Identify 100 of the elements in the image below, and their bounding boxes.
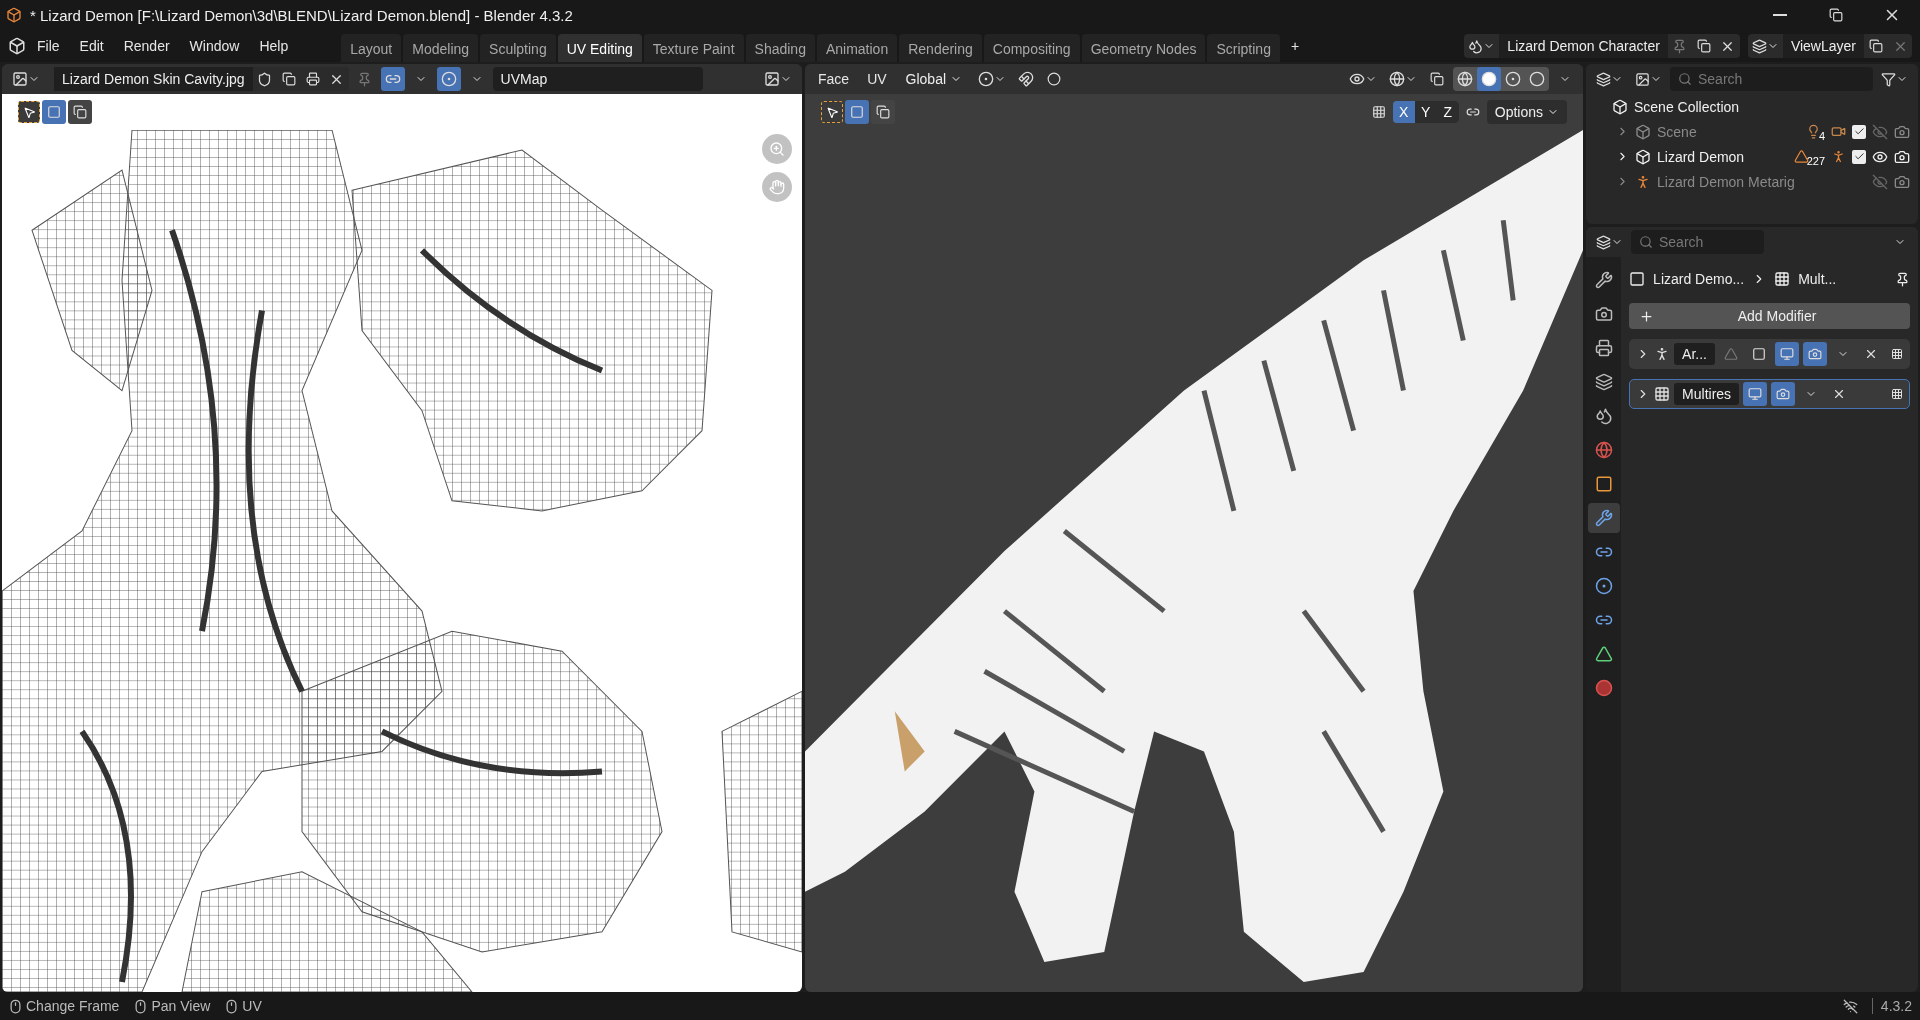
- mesh-icon: [1793, 149, 1809, 164]
- menu-item[interactable]: Render: [114, 34, 179, 58]
- drag-handle-icon[interactable]: [1891, 388, 1903, 400]
- status-hint: Pan View: [151, 998, 211, 1014]
- render-toggle[interactable]: [1771, 382, 1796, 406]
- copy-icon: [281, 72, 296, 86]
- search-field[interactable]: Search: [1670, 67, 1873, 91]
- view-layer-field[interactable]: ViewLayer: [1782, 34, 1864, 58]
- viewport-toggle[interactable]: [1775, 342, 1799, 366]
- outliner-item[interactable]: Lizard Demon Metarig: [1657, 173, 1795, 190]
- menu-item[interactable]: UV: [860, 71, 894, 87]
- check-icon: [1853, 126, 1865, 137]
- triangle-icon: [1724, 347, 1738, 361]
- select-mode-button[interactable]: [845, 100, 869, 124]
- modifier-panel[interactable]: Ar...: [1629, 339, 1910, 369]
- outliner-item[interactable]: Scene Collection: [1634, 98, 1740, 115]
- collection-icon: [1612, 98, 1628, 115]
- workspace-tab[interactable]: Texture Paint: [643, 34, 744, 62]
- breadcrumb-item: Lizard Demo...: [1653, 271, 1745, 287]
- restore-icon: [1829, 8, 1843, 22]
- menu-item[interactable]: Face: [811, 71, 857, 87]
- workspace-tab[interactable]: Shading: [745, 34, 815, 62]
- uv-sync-button[interactable]: [380, 67, 405, 91]
- magnet-icon: [1018, 71, 1035, 87]
- circle-icon: [1047, 72, 1062, 86]
- workspace-tab[interactable]: Animation: [816, 34, 898, 62]
- modifier-name[interactable]: Multires: [1674, 383, 1740, 405]
- render-toggle[interactable]: [1803, 342, 1827, 366]
- properties-tab[interactable]: [1587, 503, 1620, 533]
- workspace-tab[interactable]: Sculpting: [480, 34, 556, 62]
- window-title: * Lizard Demon [F:\Lizard Demon\3d\BLEND\Lizard Demon.blend] - Blender 4.3.2: [30, 6, 574, 24]
- square-icon: [1594, 475, 1613, 493]
- close-icon: [1864, 347, 1878, 361]
- camera-icon[interactable]: [1894, 148, 1910, 165]
- modifier-name[interactable]: Ar...: [1674, 343, 1715, 365]
- select-tool-button[interactable]: [821, 101, 843, 123]
- axis-toggle[interactable]: X: [1392, 101, 1415, 123]
- eye-closed-icon[interactable]: [1872, 123, 1888, 140]
- app-logo-icon: [6, 7, 22, 23]
- network-off-icon: [1842, 998, 1858, 1014]
- eye-closed-icon[interactable]: [1872, 173, 1888, 190]
- modifier-panel[interactable]: Multires: [1629, 379, 1910, 409]
- xray-icon: [1430, 72, 1444, 86]
- menu-item[interactable]: Help: [250, 34, 298, 58]
- armature-icon: [1635, 173, 1651, 190]
- cursor-icon: [22, 105, 36, 119]
- checkbox[interactable]: [1852, 149, 1866, 164]
- hand-icon: [769, 179, 785, 195]
- monitor-icon: [1748, 387, 1763, 401]
- breadcrumb-item: Mult...: [1798, 271, 1837, 287]
- image-name-field[interactable]: Lizard Demon Skin Cavity.jpg: [54, 67, 253, 91]
- workspace-tab[interactable]: Layout: [341, 34, 402, 62]
- menu-item[interactable]: Window: [180, 34, 249, 58]
- pin-icon[interactable]: [1895, 271, 1910, 287]
- tool-icon: [1594, 271, 1613, 289]
- uv-map-field[interactable]: UVMap: [492, 67, 703, 91]
- app-logo-icon: [8, 37, 26, 55]
- workspace-tab[interactable]: Modeling: [403, 34, 479, 62]
- count-label: 4: [1818, 129, 1825, 142]
- axis-toggle[interactable]: Z: [1436, 101, 1459, 123]
- outliner-item[interactable]: Lizard Demon: [1657, 148, 1745, 165]
- workspace-tab[interactable]: Rendering: [899, 34, 982, 62]
- menu-item[interactable]: Edit: [70, 34, 113, 58]
- workspace-tab[interactable]: Scripting: [1207, 34, 1280, 62]
- workspace-tab[interactable]: UV Editing: [557, 34, 642, 62]
- pin-icon: [357, 71, 373, 87]
- camera-icon: [1831, 124, 1846, 139]
- camera-icon: [1776, 387, 1791, 401]
- camera-icon: [1808, 347, 1822, 361]
- grid-icon: [1774, 271, 1791, 287]
- viewport-toggle[interactable]: [1743, 382, 1768, 406]
- orientation-dropdown[interactable]: Global: [897, 67, 971, 91]
- image-icon: [764, 71, 780, 87]
- search-field[interactable]: Search: [1631, 230, 1764, 254]
- shading-mode-button[interactable]: [1477, 67, 1501, 91]
- pivot-icon: [978, 71, 995, 87]
- search-icon: [1639, 235, 1653, 249]
- square-icon: [1752, 347, 1766, 361]
- collection-icon: [1635, 123, 1651, 140]
- search-icon: [1678, 72, 1692, 86]
- workspace-tab[interactable]: Geometry Nodes: [1081, 34, 1206, 62]
- select-mode-button[interactable]: [68, 100, 92, 124]
- add-workspace-button[interactable]: +: [1281, 34, 1309, 58]
- select-mode-button[interactable]: [871, 100, 895, 124]
- outliner-item[interactable]: Scene: [1657, 123, 1697, 140]
- sphere-icon: [1594, 679, 1613, 697]
- axis-toggle[interactable]: Y: [1414, 101, 1437, 123]
- overlay-button[interactable]: [436, 67, 461, 91]
- status-hint: UV: [242, 998, 262, 1014]
- select-tool-button[interactable]: [18, 101, 40, 123]
- options-dropdown[interactable]: Options: [1486, 100, 1567, 124]
- mouse-icon: [8, 998, 23, 1014]
- add-modifier-button[interactable]: Add Modifier: [1629, 303, 1910, 329]
- scene-name-field[interactable]: Lizard Demon Character: [1499, 34, 1668, 58]
- workspace-tab[interactable]: Compositing: [983, 34, 1080, 62]
- drag-handle-icon[interactable]: [1891, 348, 1903, 360]
- status-hint: Change Frame: [26, 998, 120, 1014]
- menu-item[interactable]: File: [28, 34, 69, 58]
- cursor-icon: [825, 105, 839, 119]
- checkbox[interactable]: [1852, 124, 1866, 139]
